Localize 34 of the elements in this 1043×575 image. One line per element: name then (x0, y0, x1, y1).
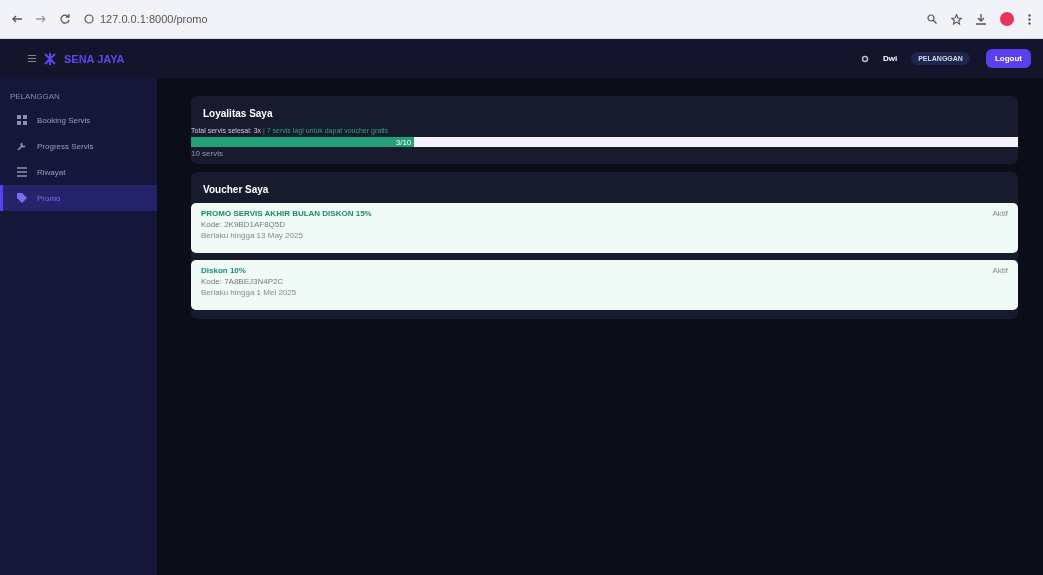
voucher-code: Kode: 2K9BD1AF8Q5D (201, 220, 287, 229)
address-bar[interactable]: 127.0.0.1:8000/promo (100, 13, 208, 25)
voucher-status: Aktif (992, 209, 1008, 220)
sidebar-item[interactable]: Promo (0, 185, 157, 211)
forward-icon[interactable] (36, 15, 46, 23)
progress-caption: 10 servis (191, 149, 224, 158)
sidebar-heading: PELANGGAN (9, 92, 61, 103)
tag-icon (17, 193, 27, 203)
logo-icon (44, 52, 56, 65)
sidebar-item[interactable]: Progress Servis (0, 133, 157, 159)
voucher-code: Kode: 7A8BEJ3N4P2C (201, 277, 285, 286)
card-title: Voucher Saya (202, 184, 270, 197)
profile-avatar[interactable] (1000, 12, 1014, 26)
sidebar-item[interactable]: Booking Servis (0, 107, 157, 133)
reload-icon[interactable] (60, 14, 70, 24)
more-icon[interactable] (1028, 13, 1031, 25)
progress-fill: 3/10 (191, 137, 415, 147)
sidebar-item[interactable]: Riwayat (0, 159, 157, 185)
voucher-validity: Berlaku hingga 13 May 2025 (201, 231, 304, 240)
search-icon[interactable] (927, 14, 937, 24)
card-title: Loyalitas Saya (202, 108, 274, 121)
star-icon[interactable] (951, 13, 962, 25)
voucher-status: Aktif (992, 266, 1008, 277)
voucher-name: PROMO SERVIS AKHIR BULAN DISKON 15% (201, 209, 373, 218)
list-icon (17, 167, 27, 177)
user-name: Dwi (882, 54, 898, 63)
voucher-name: Diskon 10% (201, 266, 247, 275)
menu-icon[interactable] (28, 55, 36, 62)
grid-icon (17, 115, 27, 125)
download-icon[interactable] (976, 13, 986, 25)
back-icon[interactable] (12, 15, 22, 23)
voucher-validity: Berlaku hingga 1 Mei 2025 (201, 288, 298, 297)
logout-button[interactable]: Logout (985, 49, 1031, 68)
wrench-icon (17, 141, 27, 151)
